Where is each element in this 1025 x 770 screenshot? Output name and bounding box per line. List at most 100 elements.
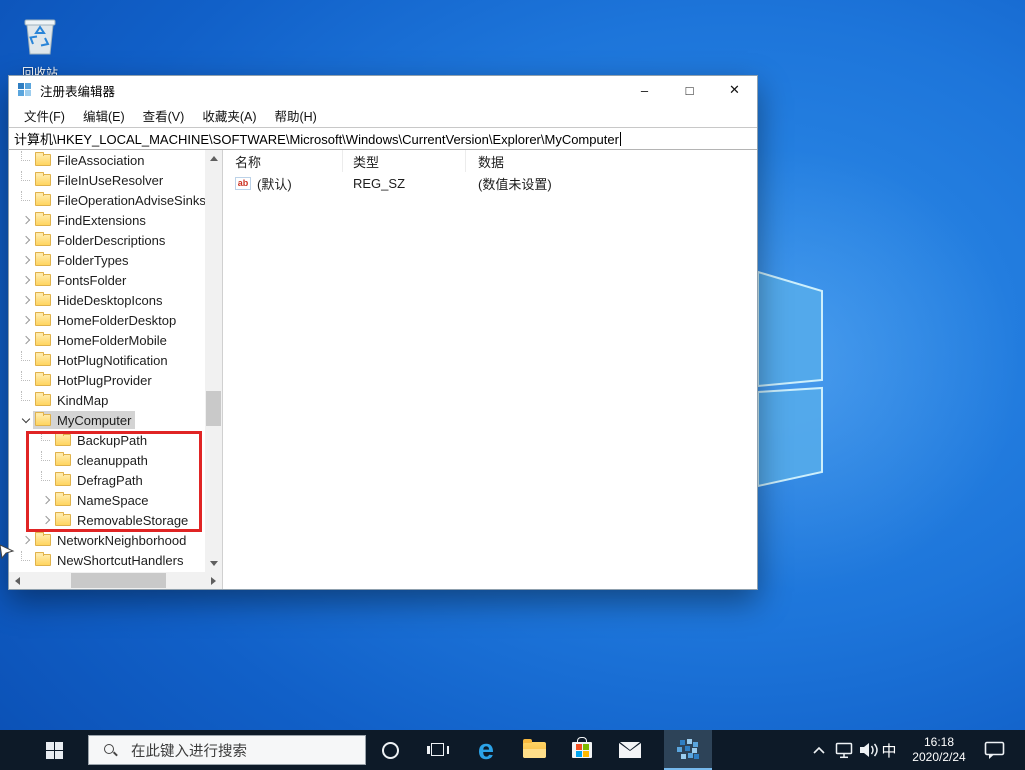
tree-guide-line — [18, 171, 33, 189]
tree-item-FileOperationAdviseSinks[interactable]: FileOperationAdviseSinks — [9, 190, 205, 210]
regedit-taskbar-button[interactable] — [664, 730, 712, 770]
address-bar-input[interactable]: 计算机\HKEY_LOCAL_MACHINE\SOFTWARE\Microsof… — [9, 127, 757, 150]
tree-item-content[interactable]: NetworkNeighborhood — [33, 531, 190, 549]
scroll-right-arrow-icon[interactable] — [205, 572, 222, 589]
network-tray-button[interactable] — [832, 730, 858, 770]
tree-item-content[interactable]: BackupPath — [53, 431, 151, 449]
maximize-button[interactable]: □ — [667, 76, 712, 104]
tree-item-HomeFolderDesktop[interactable]: HomeFolderDesktop — [9, 310, 205, 330]
expander-collapsed-icon[interactable] — [18, 315, 33, 325]
tree-item-content[interactable]: FolderDescriptions — [33, 231, 169, 249]
tree-item-content[interactable]: FileInUseResolver — [33, 171, 167, 189]
ime-indicator[interactable]: 中 — [876, 730, 902, 770]
tree-item-content[interactable]: HideDesktopIcons — [33, 291, 167, 309]
clock[interactable]: 16:18 2020/2/24 — [902, 730, 976, 770]
tree-item-content[interactable]: FolderTypes — [33, 251, 133, 269]
tree-item-FileInUseResolver[interactable]: FileInUseResolver — [9, 170, 205, 190]
tree-item-content[interactable]: NewShortcutHandlers — [33, 551, 187, 569]
tree-guide-line — [38, 431, 53, 449]
tree-guide-line — [18, 191, 33, 209]
vertical-scroll-thumb[interactable] — [206, 391, 221, 426]
tree-item-label: FolderTypes — [57, 252, 129, 268]
expander-collapsed-icon[interactable] — [38, 495, 53, 505]
menu-item[interactable]: 编辑(E) — [74, 106, 134, 125]
tree-item-MyComputer[interactable]: MyComputer — [9, 410, 205, 430]
start-button[interactable] — [30, 730, 78, 770]
tree-item-content[interactable]: FindExtensions — [33, 211, 150, 229]
tree-item-FontsFolder[interactable]: FontsFolder — [9, 270, 205, 290]
column-header[interactable]: 数据 — [466, 150, 757, 172]
tree-item-DefragPath[interactable]: DefragPath — [9, 470, 205, 490]
tree-item-content[interactable]: NameSpace — [53, 491, 153, 509]
tree-item-RemovableStorage[interactable]: RemovableStorage — [9, 510, 205, 530]
recycle-bin-desktop-icon[interactable]: 回收站 — [12, 8, 68, 81]
tree-item-NetworkNeighborhood[interactable]: NetworkNeighborhood — [9, 530, 205, 550]
expander-collapsed-icon[interactable] — [18, 255, 33, 265]
tree-item-label: BackupPath — [77, 432, 148, 448]
column-header[interactable]: 名称 — [223, 150, 343, 172]
expander-collapsed-icon[interactable] — [18, 275, 33, 285]
tree-item-HotPlugNotification[interactable]: HotPlugNotification — [9, 350, 205, 370]
title-bar[interactable]: 注册表编辑器 – □ ✕ — [9, 76, 757, 104]
tree-item-content[interactable]: HomeFolderMobile — [33, 331, 171, 349]
expander-collapsed-icon[interactable] — [18, 215, 33, 225]
expander-expanded-icon[interactable] — [18, 414, 33, 423]
menu-item[interactable]: 帮助(H) — [265, 106, 325, 125]
tree-item-NewShortcutHandlers[interactable]: NewShortcutHandlers — [9, 550, 205, 570]
tree-item-content[interactable]: HomeFolderDesktop — [33, 311, 180, 329]
scroll-down-arrow-icon[interactable] — [205, 555, 222, 572]
tree-item-NameSpace[interactable]: NameSpace — [9, 490, 205, 510]
horizontal-scrollbar[interactable] — [9, 572, 222, 589]
tree-item-content[interactable]: HotPlugProvider — [33, 371, 156, 389]
tree-item-FileAssociation[interactable]: FileAssociation — [9, 150, 205, 170]
tree-item-content[interactable]: DefragPath — [53, 471, 147, 489]
folder-icon — [55, 492, 71, 506]
file-explorer-button[interactable] — [510, 730, 558, 770]
tree-item-content[interactable]: HotPlugNotification — [33, 351, 172, 369]
cortana-button[interactable] — [366, 730, 414, 770]
menu-item[interactable]: 收藏夹(A) — [193, 106, 265, 125]
search-box[interactable]: 在此键入进行搜索 — [88, 735, 366, 765]
tree-item-content[interactable]: FileOperationAdviseSinks — [33, 191, 205, 209]
tree-item-HideDesktopIcons[interactable]: HideDesktopIcons — [9, 290, 205, 310]
expander-collapsed-icon[interactable] — [18, 335, 33, 345]
vertical-scrollbar[interactable] — [205, 150, 222, 572]
tree-item-HotPlugProvider[interactable]: HotPlugProvider — [9, 370, 205, 390]
value-row[interactable]: ab (默认) REG_SZ (数值未设置) — [223, 172, 757, 194]
minimize-button[interactable]: – — [622, 76, 667, 104]
expander-collapsed-icon[interactable] — [38, 515, 53, 525]
scroll-left-arrow-icon[interactable] — [9, 572, 26, 589]
file-explorer-icon — [522, 739, 546, 758]
tree-item-KindMap[interactable]: KindMap — [9, 390, 205, 410]
mail-button[interactable] — [606, 730, 654, 770]
tree-item-label: NameSpace — [77, 492, 149, 508]
scroll-up-arrow-icon[interactable] — [205, 150, 222, 167]
tree-item-selected-content[interactable]: MyComputer — [33, 411, 136, 429]
menu-item[interactable]: 查看(V) — [134, 106, 194, 125]
horizontal-scroll-thumb[interactable] — [71, 573, 166, 588]
tree-item-FolderTypes[interactable]: FolderTypes — [9, 250, 205, 270]
tree-item-cleanuppath[interactable]: cleanuppath — [9, 450, 205, 470]
edge-button[interactable]: e — [462, 730, 510, 770]
tree-item-content[interactable]: FontsFolder — [33, 271, 130, 289]
tree-item-content[interactable]: KindMap — [33, 391, 112, 409]
column-header[interactable]: 类型 — [343, 150, 466, 172]
tree-item-content[interactable]: RemovableStorage — [53, 511, 192, 529]
tree-item-content[interactable]: cleanuppath — [53, 451, 152, 469]
close-button[interactable]: ✕ — [712, 76, 757, 104]
tree-item-FindExtensions[interactable]: FindExtensions — [9, 210, 205, 230]
expander-collapsed-icon[interactable] — [18, 235, 33, 245]
menu-item[interactable]: 文件(F) — [15, 106, 74, 125]
tree-guide-line — [18, 391, 33, 409]
store-button[interactable] — [558, 730, 606, 770]
expander-collapsed-icon[interactable] — [18, 295, 33, 305]
edge-icon: e — [477, 733, 495, 766]
tree-item-FolderDescriptions[interactable]: FolderDescriptions — [9, 230, 205, 250]
tree-item-HomeFolderMobile[interactable]: HomeFolderMobile — [9, 330, 205, 350]
expander-collapsed-icon[interactable] — [18, 535, 33, 545]
action-center-button[interactable] — [978, 730, 1012, 770]
tree-item-BackupPath[interactable]: BackupPath — [9, 430, 205, 450]
tree-item-content[interactable]: FileAssociation — [33, 151, 148, 169]
task-view-button[interactable] — [414, 730, 462, 770]
tray-expand-button[interactable] — [806, 730, 832, 770]
